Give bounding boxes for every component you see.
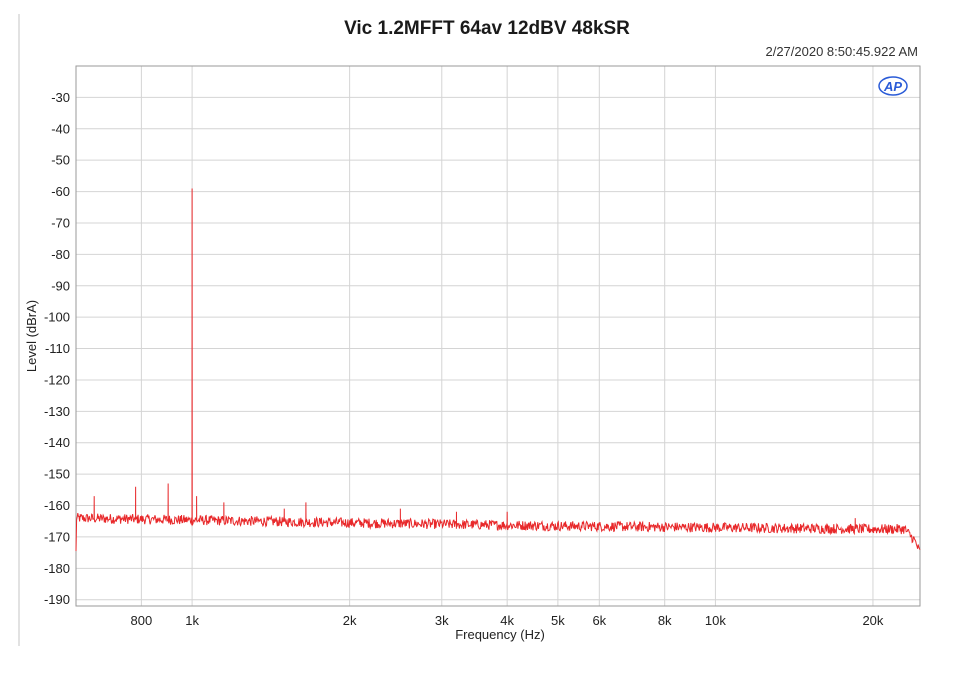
y-tick-label: -100: [44, 310, 70, 325]
y-tick-label: -130: [44, 404, 70, 419]
ap-logo-icon: AP: [878, 76, 908, 96]
x-tick-label: 3k: [435, 613, 449, 628]
x-tick-label: 800: [131, 613, 153, 628]
x-tick-label: 4k: [500, 613, 514, 628]
plot-area: [75, 65, 921, 607]
y-tick-label: -190: [44, 592, 70, 607]
x-tick-label: 10k: [705, 613, 726, 628]
chart-svg: -30 -40 -50 -60 -70 -80 -90 -100 -110 -120 -130 -14…: [24, 65, 921, 642]
y-tick-label: -80: [51, 247, 70, 262]
y-tick-label: -70: [51, 215, 70, 230]
y-tick-label: -40: [51, 121, 70, 136]
y-axis-label: Level (dBrA): [24, 300, 39, 372]
x-tick-label: 8k: [658, 613, 672, 628]
x-tick-labels: 800 1k 2k 3k 4k 5k 6k 8k 10k 20k: [131, 613, 884, 628]
spectrum-series-line: [75, 188, 921, 552]
x-axis-label: Frequency (Hz): [455, 627, 545, 642]
ap-logo-text: AP: [883, 79, 902, 94]
y-tick-label: -60: [51, 184, 70, 199]
x-tick-label: 5k: [551, 613, 565, 628]
y-tick-label: -160: [44, 498, 70, 513]
x-tick-label: 2k: [343, 613, 357, 628]
y-tick-label: -30: [51, 90, 70, 105]
y-tick-label: -50: [51, 153, 70, 168]
y-tick-label: -120: [44, 372, 70, 387]
y-tick-label: -180: [44, 561, 70, 576]
y-tick-label: -110: [45, 341, 70, 356]
y-tick-label: -90: [51, 278, 70, 293]
y-tick-label: -170: [44, 529, 70, 544]
y-tick-label: -150: [44, 467, 70, 482]
x-tick-label: 1k: [185, 613, 199, 628]
y-tick-labels: -30 -40 -50 -60 -70 -80 -90 -100 -110 -120 -130 -14…: [44, 90, 70, 607]
y-tick-label: -140: [44, 435, 70, 450]
x-tick-label: 6k: [592, 613, 606, 628]
grid-lines: [76, 66, 920, 606]
x-tick-label: 20k: [862, 613, 883, 628]
